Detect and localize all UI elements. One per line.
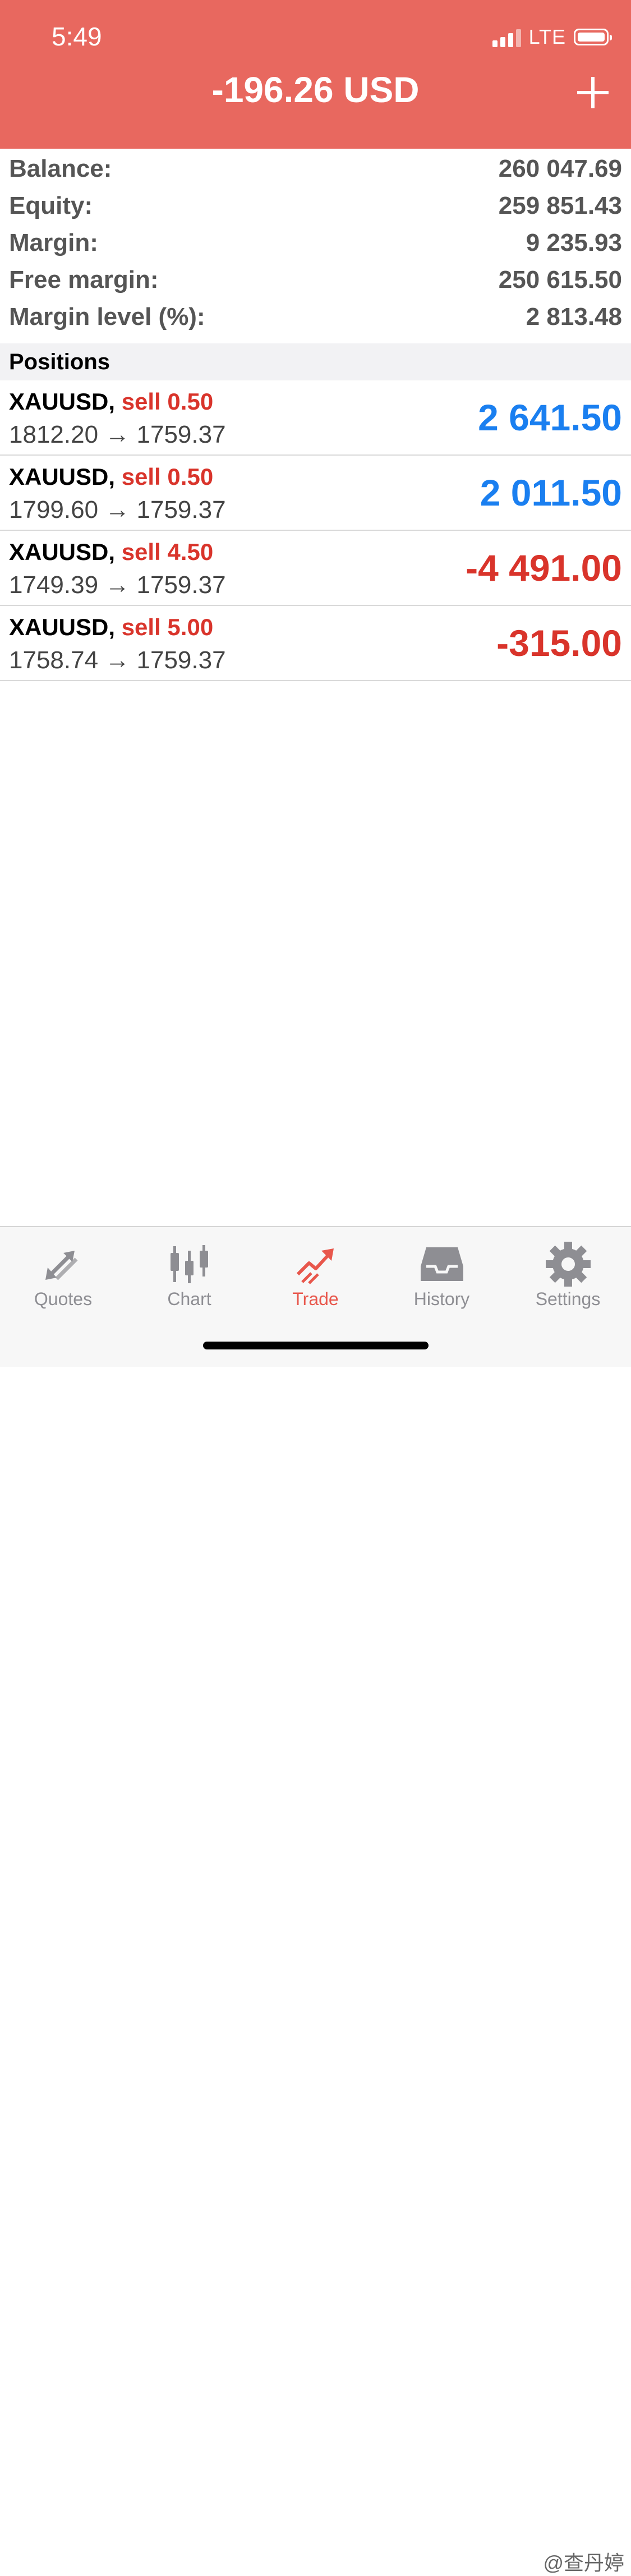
position-row[interactable]: XAUUSD, sell 4.50 1749.39 → 1759.37 -4 4… — [0, 531, 631, 606]
quotes-arrows-icon — [45, 1251, 77, 1280]
network-type: LTE — [528, 25, 566, 48]
position-side: sell 4.50 — [121, 539, 214, 565]
tab-settings[interactable]: Settings — [505, 1227, 631, 1311]
battery-icon — [574, 29, 612, 45]
status-time: 5:49 — [52, 22, 102, 51]
gear-icon — [545, 1242, 591, 1287]
tab-label: Quotes — [34, 1289, 93, 1309]
summary-value: 250 615.50 — [498, 266, 622, 293]
position-profit: -315.00 — [496, 622, 622, 664]
position-symbol: XAUUSD, — [9, 388, 116, 415]
summary-label: Equity: — [9, 192, 93, 219]
summary-value: 259 851.43 — [498, 192, 622, 219]
position-profit: 2 641.50 — [478, 397, 622, 438]
status-indicators: LTE — [492, 25, 612, 48]
positions-list: XAUUSD, sell 0.50 1812.20 → 1759.37 2 64… — [0, 380, 631, 681]
candlestick-icon — [170, 1245, 208, 1283]
position-prices: 1799.60 → 1759.37 — [9, 496, 226, 524]
summary-row-margin: Margin: 9 235.93 — [0, 224, 631, 261]
account-summary: Balance: 260 047.69 Equity: 259 851.43 M… — [0, 150, 631, 336]
summary-value: 2 813.48 — [526, 303, 622, 330]
summary-value: 260 047.69 — [498, 155, 622, 182]
tab-label: Chart — [167, 1289, 211, 1309]
position-prices: 1758.74 → 1759.37 — [9, 646, 226, 674]
signal-icon — [492, 27, 521, 47]
tab-label: History — [413, 1289, 470, 1309]
trade-trend-icon — [296, 1248, 334, 1284]
position-profit: 2 011.50 — [480, 472, 622, 513]
position-row[interactable]: XAUUSD, sell 0.50 1812.20 → 1759.37 2 64… — [0, 380, 631, 456]
home-indicator[interactable] — [203, 1342, 429, 1349]
summary-row-free-margin: Free margin: 250 615.50 — [0, 261, 631, 299]
position-side: sell 5.00 — [121, 614, 214, 640]
summary-row-balance: Balance: 260 047.69 — [0, 150, 631, 187]
summary-value: 9 235.93 — [526, 229, 622, 256]
summary-row-margin-level: Margin level (%): 2 813.48 — [0, 299, 631, 336]
position-row[interactable]: XAUUSD, sell 0.50 1799.60 → 1759.37 2 01… — [0, 456, 631, 531]
tab-quotes[interactable]: Quotes — [0, 1227, 126, 1311]
summary-label: Balance: — [9, 155, 112, 182]
tab-label: Settings — [535, 1289, 601, 1309]
position-side: sell 0.50 — [121, 463, 214, 490]
summary-label: Margin: — [9, 229, 98, 256]
position-symbol: XAUUSD, — [9, 539, 116, 565]
tab-history[interactable]: History — [379, 1227, 505, 1311]
header-bar: 5:49 LTE -196.26 USD — [0, 0, 631, 149]
summary-label: Free margin: — [9, 266, 159, 293]
page-title: -196.26 USD — [211, 70, 420, 110]
position-prices: 1749.39 → 1759.37 — [9, 571, 226, 599]
positions-section-header: Positions — [0, 343, 631, 380]
inbox-tray-icon — [420, 1247, 463, 1281]
position-symbol: XAUUSD, — [9, 463, 116, 490]
position-side: sell 0.50 — [121, 388, 214, 415]
position-profit: -4 491.00 — [466, 547, 622, 589]
position-prices: 1812.20 → 1759.37 — [9, 421, 226, 448]
add-order-button[interactable] — [577, 77, 609, 108]
tab-trade[interactable]: Trade — [252, 1227, 379, 1311]
tab-label: Trade — [292, 1289, 339, 1309]
summary-label: Margin level (%): — [9, 303, 205, 330]
watermark: @查丹婷 — [543, 2551, 624, 2574]
position-symbol: XAUUSD, — [9, 614, 116, 640]
position-row[interactable]: XAUUSD, sell 5.00 1758.74 → 1759.37 -315… — [0, 606, 631, 681]
summary-row-equity: Equity: 259 851.43 — [0, 187, 631, 224]
tab-chart[interactable]: Chart — [126, 1227, 252, 1311]
